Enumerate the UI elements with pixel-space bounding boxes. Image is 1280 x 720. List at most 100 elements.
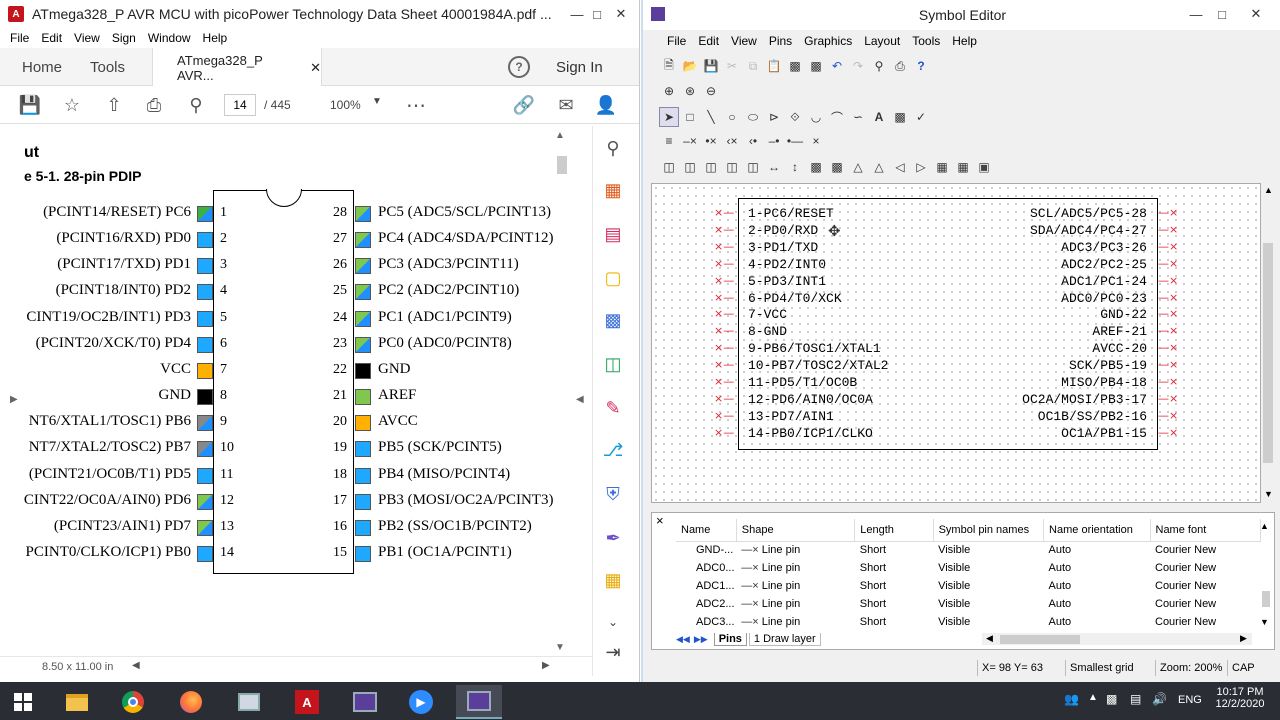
help-icon[interactable]: ?: [911, 56, 931, 76]
left-panel-toggle-icon[interactable]: ▶: [10, 394, 18, 405]
symbol-pin-right[interactable]: OC1B/SS/PB2-16: [1038, 408, 1147, 425]
acrobat-taskbar-icon[interactable]: A: [284, 685, 330, 719]
menu-help[interactable]: Help: [952, 34, 977, 48]
zoom-select[interactable]: 100%: [330, 98, 361, 112]
symbol-pin-right[interactable]: OC1A/PB1-15: [1061, 425, 1147, 442]
symbol-pin-right[interactable]: ADC2/PC2-25: [1061, 256, 1147, 273]
zoom-fit-icon[interactable]: ⊛: [680, 81, 700, 101]
close-button[interactable]: ✕: [1239, 0, 1273, 28]
symbol-pin-left[interactable]: 10-PB7/TOSC2/XTAL2: [748, 357, 888, 374]
vertical-scrollbar[interactable]: [557, 156, 567, 174]
zoom-out-icon[interactable]: ⊖: [701, 81, 721, 101]
pin-style-3-icon[interactable]: •×: [701, 131, 721, 151]
menu-tools[interactable]: Tools: [912, 34, 940, 48]
comment-icon[interactable]: ▢: [601, 266, 625, 290]
print-icon[interactable]: ⎙: [890, 56, 910, 76]
pin-connection-icon[interactable]: —×: [1158, 324, 1178, 337]
pin-connection-icon[interactable]: ×—: [714, 257, 734, 270]
rotate-2-icon[interactable]: △: [869, 157, 889, 177]
copy-icon[interactable]: ⧉: [743, 56, 763, 76]
start-windows-icon[interactable]: [0, 685, 46, 719]
pin-connection-icon[interactable]: —×: [1158, 206, 1178, 219]
add-user-icon[interactable]: 👤: [594, 94, 618, 116]
chevron-down-icon[interactable]: ▼: [372, 96, 382, 107]
column-header[interactable]: Name: [676, 519, 737, 542]
table-cell[interactable]: —× Line pin: [736, 595, 855, 613]
pin-style-7-icon[interactable]: •—: [785, 131, 805, 151]
menu-edit[interactable]: Edit: [698, 34, 719, 48]
horizontal-scrollbar[interactable]: ◀ ▶: [982, 633, 1252, 645]
rotate-1-icon[interactable]: △: [848, 157, 868, 177]
table-cell[interactable]: Courier New: [1150, 577, 1261, 595]
bookmark-star-icon[interactable]: ☆: [60, 94, 84, 116]
paste-icon[interactable]: 📋: [764, 56, 784, 76]
combine-files-icon[interactable]: ▩: [601, 308, 625, 332]
menu-pins[interactable]: Pins: [769, 34, 792, 48]
menu-view[interactable]: View: [731, 34, 757, 48]
table-cell[interactable]: Short: [855, 577, 933, 595]
tray-network-icon[interactable]: ▤: [1130, 692, 1141, 706]
file-explorer-icon[interactable]: [54, 685, 100, 719]
column-header[interactable]: Name font: [1150, 519, 1261, 542]
mail-icon[interactable]: ✉: [554, 94, 578, 116]
pin-style-2-icon[interactable]: –×: [680, 131, 700, 151]
tab-first-icon[interactable]: ◀◀: [676, 634, 690, 645]
flip-2-icon[interactable]: ▷: [911, 157, 931, 177]
check-pins-icon[interactable]: ✓: [911, 107, 931, 127]
flip-1-icon[interactable]: ◁: [890, 157, 910, 177]
collapse-pane-icon[interactable]: ⇥: [601, 640, 625, 664]
pin-connection-icon[interactable]: —×: [1158, 291, 1178, 304]
help-icon[interactable]: ?: [508, 56, 530, 78]
align-9-icon[interactable]: ▩: [827, 157, 847, 177]
pin-connection-icon[interactable]: ×—: [714, 341, 734, 354]
table-cell[interactable]: Visible: [933, 559, 1043, 577]
table-cell[interactable]: —× Line pin: [736, 613, 855, 631]
table-scroll-up-icon[interactable]: ▲: [1260, 521, 1269, 531]
hscroll-thumb[interactable]: [1000, 635, 1080, 644]
sign-in-button[interactable]: Sign In: [556, 48, 603, 86]
scroll-up-icon[interactable]: ▲: [555, 130, 565, 141]
ungroup-icon[interactable]: ▦: [953, 157, 973, 177]
tab-home[interactable]: Home: [22, 48, 62, 86]
save-icon[interactable]: 💾: [18, 94, 42, 116]
text-icon[interactable]: A: [869, 107, 889, 127]
table-cell[interactable]: Courier New: [1150, 559, 1261, 577]
table-cell[interactable]: Auto: [1044, 541, 1150, 559]
table-cell[interactable]: Short: [855, 559, 933, 577]
symbol-pin-left[interactable]: 11-PD5/T1/OC0B: [748, 374, 857, 391]
table-row[interactable]: ADC1... —× Line pin Short Visible Auto Courie…: [676, 577, 1261, 595]
close-button[interactable]: ✕: [604, 0, 638, 28]
ellipse-icon[interactable]: ⬭: [743, 107, 763, 127]
table-cell[interactable]: Visible: [933, 541, 1043, 559]
tab-last-icon[interactable]: ▶▶: [694, 634, 708, 645]
pin-connection-icon[interactable]: —×: [1158, 358, 1178, 371]
pin-connection-icon[interactable]: —×: [1158, 426, 1178, 439]
tray-people-icon[interactable]: 👥: [1064, 692, 1079, 706]
chrome-icon[interactable]: [110, 685, 156, 719]
pin-connection-icon[interactable]: ×—: [714, 274, 734, 287]
symbol-pin-right[interactable]: OC2A/MOSI/PB3-17: [1022, 391, 1147, 408]
symbol-pin-right[interactable]: AVCC-20: [1092, 340, 1147, 357]
page-number-input[interactable]: 14: [224, 94, 256, 116]
tray-volume-icon[interactable]: 🔊: [1152, 692, 1167, 706]
table-row[interactable]: ADC2... —× Line pin Short Visible Auto Courie…: [676, 595, 1261, 613]
symbol-pin-left[interactable]: 2-PD0/RXD: [748, 222, 818, 239]
table-cell[interactable]: —× Line pin: [736, 541, 855, 559]
select-arrow-icon[interactable]: ➤: [659, 107, 679, 127]
symbol-pin-right[interactable]: AREF-21: [1092, 323, 1147, 340]
table-cell[interactable]: Auto: [1044, 613, 1150, 631]
table-cell[interactable]: Auto: [1044, 559, 1150, 577]
pin-connection-icon[interactable]: ×—: [714, 240, 734, 253]
pin-connection-icon[interactable]: ×—: [714, 358, 734, 371]
pin-connection-icon[interactable]: —×: [1158, 240, 1178, 253]
link-icon[interactable]: 🔗: [512, 94, 536, 116]
open-icon[interactable]: 📂: [680, 56, 700, 76]
symbol-pin-left[interactable]: 9-PB6/TOSC1/XTAL1: [748, 340, 881, 357]
canvas-vertical-scrollbar[interactable]: ▲ ▼: [1261, 183, 1275, 503]
zoom-in-icon[interactable]: ⊕: [659, 81, 679, 101]
symbol-pin-left[interactable]: 5-PD3/INT1: [748, 273, 826, 290]
scroll-right-icon[interactable]: ▶: [542, 660, 550, 671]
table-cell[interactable]: Courier New: [1150, 541, 1261, 559]
menu-edit[interactable]: Edit: [41, 31, 62, 45]
menu-graphics[interactable]: Graphics: [804, 34, 852, 48]
